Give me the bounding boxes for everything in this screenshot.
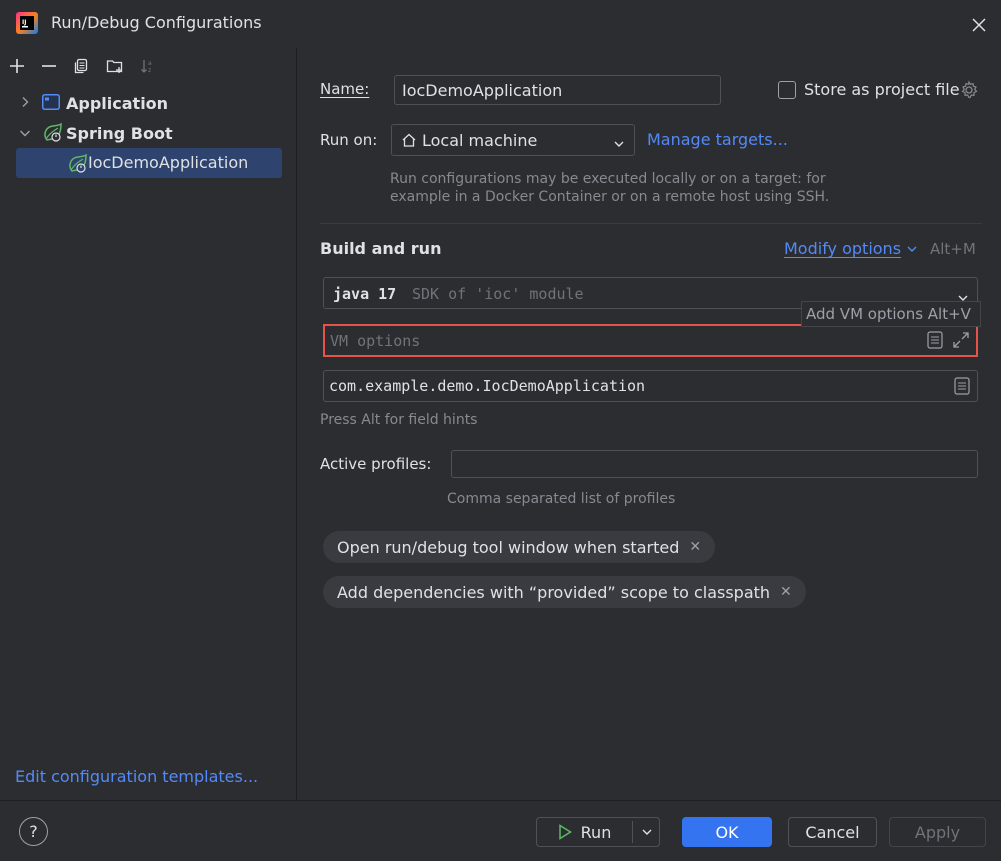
chevron-down-icon (613, 135, 625, 153)
help-button[interactable]: ? (19, 817, 48, 846)
copy-icon (74, 58, 88, 74)
add-configuration-button[interactable] (6, 55, 28, 77)
run-on-hint-line-2: example in a Docker Container or on a re… (390, 189, 830, 205)
ok-button[interactable]: OK (682, 817, 772, 847)
chevron-down-icon (906, 244, 918, 254)
run-on-value: Local machine (422, 131, 538, 150)
modify-options-button[interactable]: Modify options (784, 239, 918, 258)
option-chip: Open run/debug tool window when started … (323, 531, 716, 563)
home-icon (401, 132, 417, 152)
run-on-hint-line-1: Run configurations may be executed local… (390, 171, 826, 187)
remove-configuration-button[interactable] (38, 55, 60, 77)
cancel-button[interactable]: Cancel (788, 817, 877, 847)
name-label: Name: (320, 80, 370, 98)
vm-options-tooltip: Add VM options Alt+V (801, 301, 981, 327)
svg-text:a: a (148, 60, 152, 67)
folder-add-icon (106, 60, 123, 73)
tree-item-label: Spring Boot (66, 123, 173, 143)
play-icon (558, 824, 572, 840)
spring-boot-run-icon (66, 153, 88, 178)
close-button[interactable] (966, 12, 992, 38)
vm-options-placeholder: VM options (330, 332, 421, 350)
vm-options-field[interactable]: VM options (323, 324, 978, 357)
section-divider (320, 223, 982, 224)
chevron-down-icon (642, 829, 651, 835)
list-icon[interactable] (927, 331, 943, 353)
intellij-logo-icon: IJ (16, 12, 38, 34)
edit-configuration-templates-link[interactable]: Edit configuration templates... (15, 767, 258, 786)
run-button-label: Run (580, 822, 612, 842)
plus-icon (10, 59, 24, 73)
store-as-project-file-checkbox[interactable] (778, 81, 796, 99)
field-hints-text: Press Alt for field hints (320, 412, 478, 428)
store-as-project-file-label[interactable]: Store as project file (804, 80, 960, 99)
gear-icon[interactable] (959, 80, 979, 104)
new-folder-button[interactable] (104, 55, 126, 77)
jdk-detail: SDK of 'ioc' module (412, 285, 584, 303)
modify-options-shortcut: Alt+M (930, 240, 976, 258)
bottom-divider (0, 800, 1001, 801)
manage-targets-link[interactable]: Manage targets... (647, 130, 788, 149)
list-icon[interactable] (954, 377, 970, 399)
chevron-down-icon (19, 124, 31, 142)
option-chip-label: Open run/debug tool window when started (337, 537, 680, 557)
remove-option-icon[interactable]: ✕ (689, 539, 701, 555)
run-button[interactable]: Run (537, 818, 632, 846)
run-on-dropdown[interactable]: Local machine (391, 124, 635, 156)
tree-item-application[interactable]: Application (0, 88, 297, 118)
sort-configurations-button[interactable]: a z (137, 55, 159, 77)
build-and-run-title: Build and run (320, 239, 442, 258)
option-chip: Add dependencies with “provided” scope t… (323, 576, 806, 608)
option-chip-label: Add dependencies with “provided” scope t… (337, 582, 771, 602)
main-class-value: com.example.demo.IocDemoApplication (329, 377, 646, 395)
help-icon: ? (29, 822, 38, 841)
modify-options-label: Modify options (784, 239, 902, 258)
run-on-label: Run on: (320, 131, 378, 149)
active-profiles-field[interactable] (451, 450, 978, 478)
tree-item-label: IocDemoApplication (88, 153, 249, 172)
svg-text:z: z (148, 67, 151, 74)
active-profiles-hint: Comma separated list of profiles (447, 491, 676, 507)
sort-icon: a z (141, 60, 152, 74)
expand-icon[interactable] (952, 331, 970, 353)
active-profiles-label: Active profiles: (320, 455, 432, 473)
chevron-right-icon (20, 94, 30, 112)
application-icon (42, 94, 60, 114)
tree-item-label: Application (66, 93, 169, 113)
window-title: Run/Debug Configurations (51, 13, 262, 32)
name-field[interactable]: IocDemoApplication (394, 75, 721, 105)
jdk-version: java 17 (333, 285, 397, 303)
run-options-dropdown[interactable] (633, 818, 660, 846)
minus-icon (42, 65, 56, 67)
tree-item-spring-boot[interactable]: Spring Boot (0, 118, 297, 148)
main-class-field[interactable]: com.example.demo.IocDemoApplication (323, 370, 978, 402)
copy-configuration-button[interactable] (70, 55, 92, 77)
remove-option-icon[interactable]: ✕ (780, 584, 792, 600)
svg-text:IJ: IJ (22, 19, 26, 26)
run-split-button: Run (536, 817, 660, 847)
spring-boot-icon (41, 122, 63, 147)
apply-button[interactable]: Apply (889, 817, 986, 847)
close-icon (972, 18, 986, 32)
tree-item-iocdemoapplication[interactable]: IocDemoApplication (16, 148, 282, 178)
